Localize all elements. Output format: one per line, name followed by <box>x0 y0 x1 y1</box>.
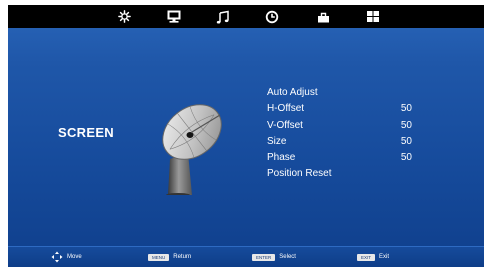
v-offset-value: 50 <box>400 119 412 131</box>
select-hint: ENTER Select <box>252 247 296 267</box>
size-item[interactable]: Size 50 <box>267 134 427 150</box>
auto-adjust-item[interactable]: Auto Adjust <box>267 85 427 101</box>
time-tab-icon[interactable] <box>259 5 285 28</box>
h-offset-item[interactable]: H-Offset 50 <box>267 101 427 117</box>
phase-item[interactable]: Phase 50 <box>267 150 427 166</box>
menu-key[interactable]: MENU <box>148 253 170 261</box>
screen-settings-list: Auto Adjust H-Offset 50 V-Offset 50 Size… <box>267 85 427 183</box>
picture-tab-icon[interactable] <box>111 5 137 28</box>
v-offset-item[interactable]: V-Offset 50 <box>267 118 427 134</box>
phase-value: 50 <box>400 152 412 164</box>
enter-key[interactable]: ENTER <box>252 253 276 261</box>
exit-hint: EXIT Exit <box>357 247 389 267</box>
setup-tab-icon[interactable] <box>360 5 386 28</box>
select-hint-label: Select <box>279 254 296 260</box>
key-hint-bar: Move MENU Return ENTER Select EXIT Exit <box>8 246 484 267</box>
move-arrows-icon <box>51 251 63 263</box>
size-label: Size <box>267 135 287 147</box>
return-hint-label: Return <box>173 254 192 260</box>
sound-tab-icon[interactable] <box>210 5 236 28</box>
move-hint: Move <box>51 247 82 267</box>
h-offset-label: H-Offset <box>267 103 305 115</box>
move-hint-label: Move <box>67 254 82 260</box>
screen-tab-icon[interactable] <box>161 5 187 28</box>
size-value: 50 <box>400 135 412 147</box>
lock-tab-icon[interactable] <box>310 5 336 28</box>
exit-key[interactable]: EXIT <box>357 253 376 261</box>
page-title: SCREEN <box>58 125 114 140</box>
v-offset-label: V-Offset <box>267 119 303 131</box>
phase-label: Phase <box>267 152 296 164</box>
category-tab-bar <box>8 5 484 28</box>
satellite-dish-icon <box>162 104 222 195</box>
tv-osd-menu: SCREEN Auto Adjust H-Offset 50 V-Offset … <box>8 5 484 267</box>
return-hint: MENU Return <box>148 247 191 267</box>
exit-hint-label: Exit <box>379 254 390 260</box>
h-offset-value: 50 <box>400 103 412 115</box>
position-reset-item[interactable]: Position Reset <box>267 166 427 182</box>
